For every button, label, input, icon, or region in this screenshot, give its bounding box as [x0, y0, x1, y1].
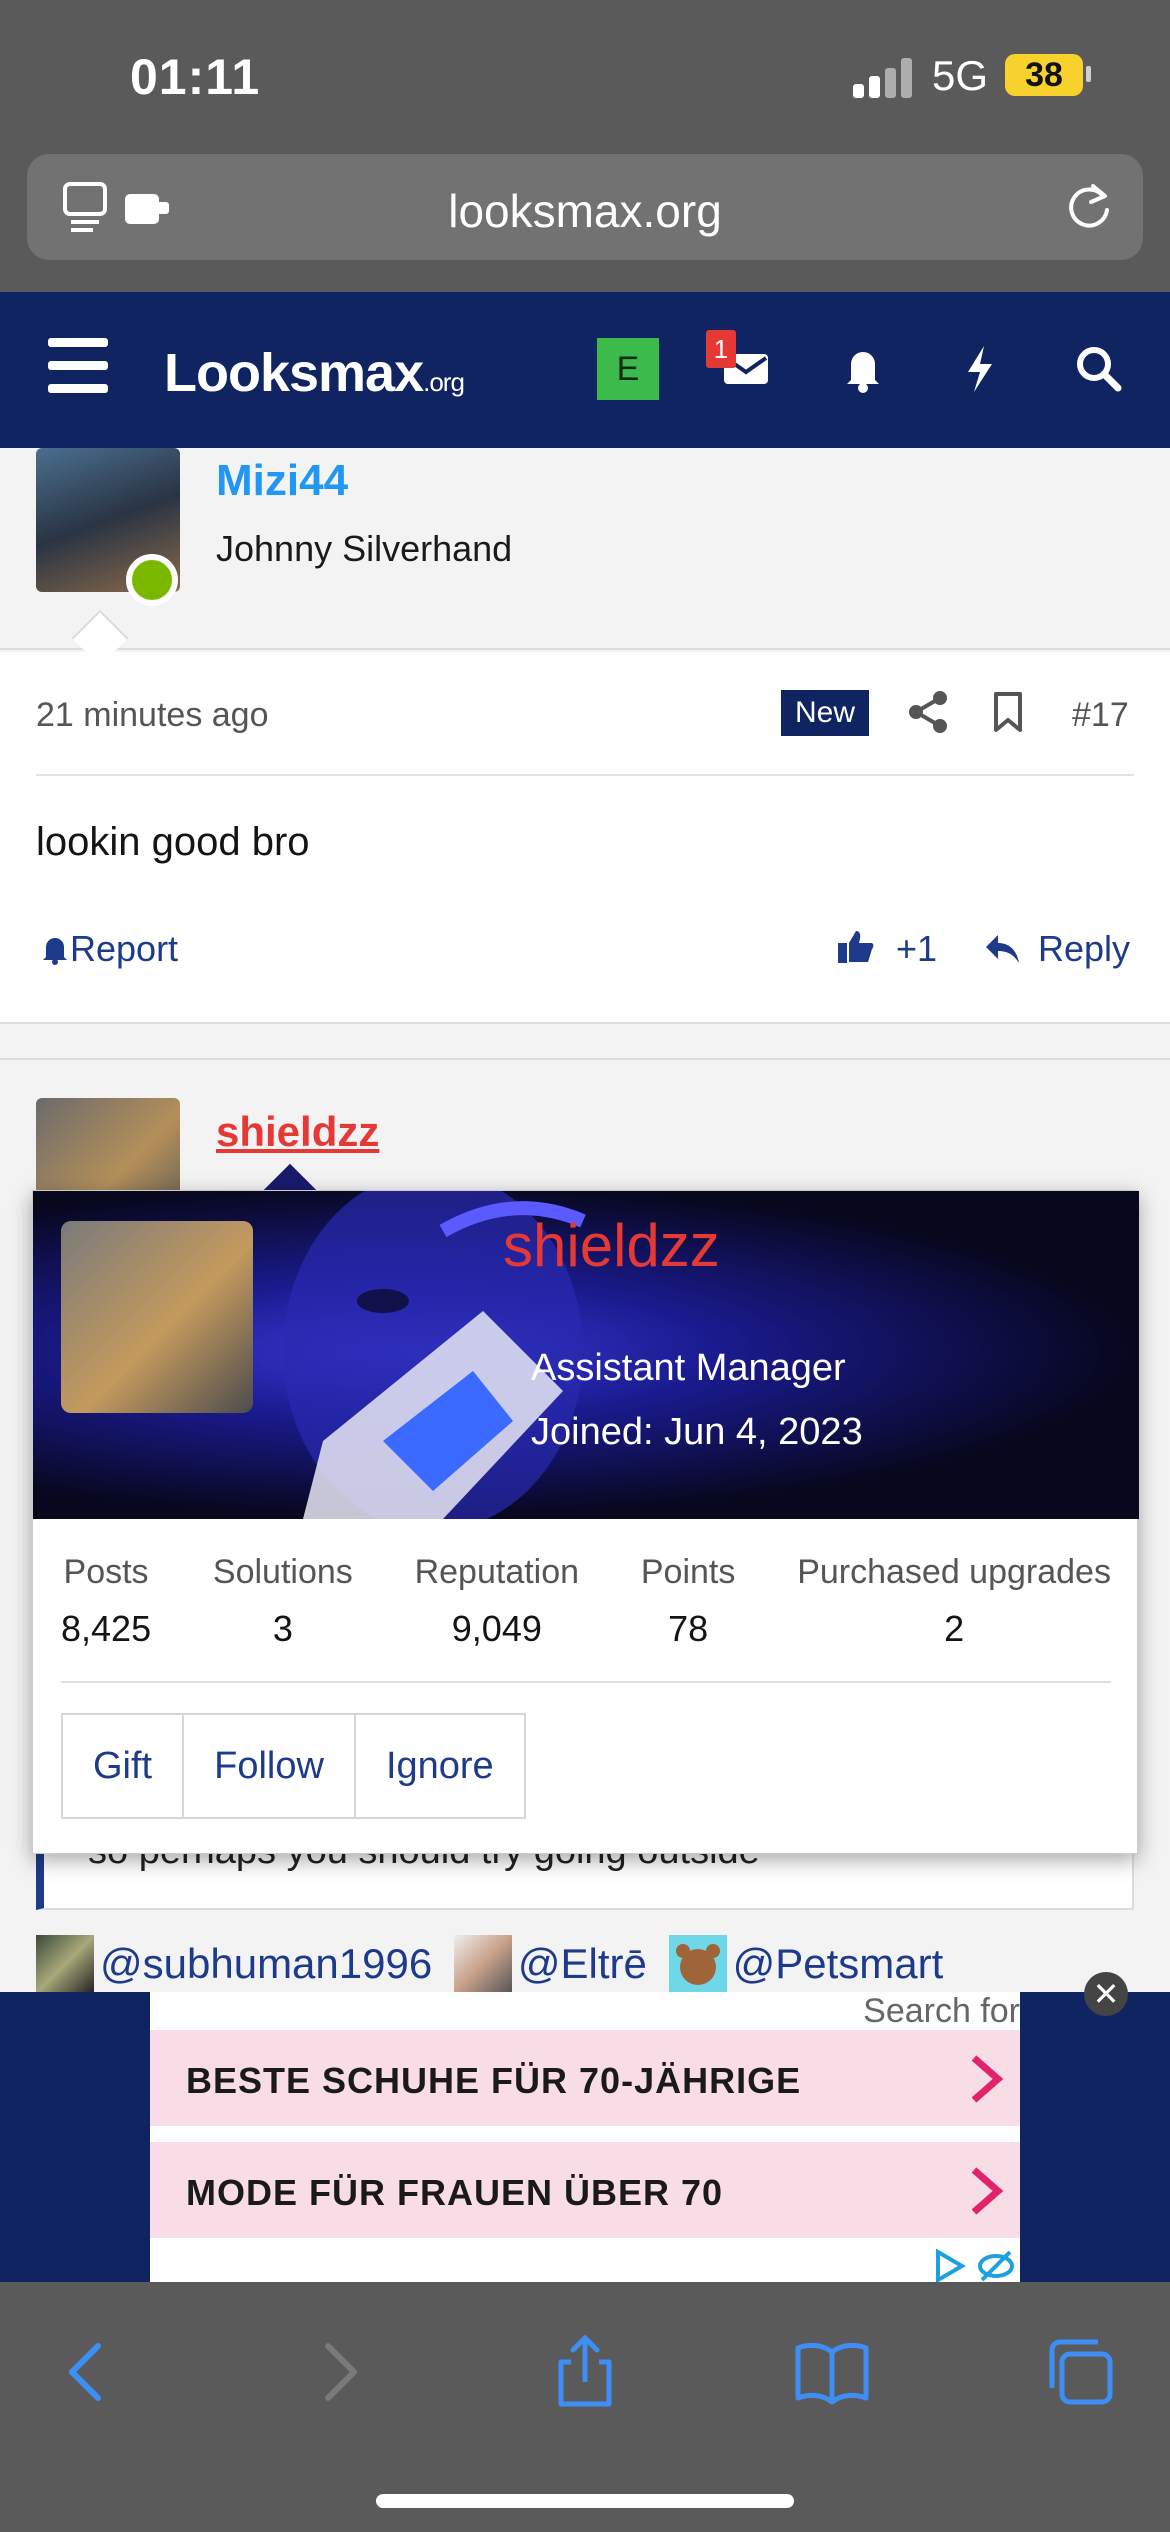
- like-button[interactable]: +1: [836, 928, 937, 970]
- message-count-badge: 1: [706, 330, 736, 368]
- avatar: [668, 1935, 727, 1993]
- bookmark-icon[interactable]: [990, 690, 1026, 734]
- home-indicator[interactable]: [376, 2494, 794, 2508]
- member-tooltip-card: shieldzz Assistant Manager Joined: Jun 4…: [32, 1190, 1139, 1854]
- divider: [61, 1681, 1111, 1683]
- reply-button[interactable]: Reply: [984, 928, 1130, 970]
- profile-banner: shieldzz Assistant Manager Joined: Jun 4…: [33, 1191, 1139, 1519]
- bell-icon[interactable]: [831, 336, 895, 400]
- member-actions: Gift Follow Ignore: [61, 1713, 526, 1819]
- post-author[interactable]: Mizi44: [216, 456, 348, 506]
- ad-content: Search for BESTE SCHUHE FÜR 70-JÄHRIGE M…: [150, 1992, 1020, 2282]
- thumbs-up-icon: [838, 931, 874, 963]
- member-stats: Posts 8,425 Solutions 3 Reputation 9,049 Po…: [61, 1553, 1111, 1650]
- post-timestamp[interactable]: 21 minutes ago: [36, 696, 269, 735]
- avatar: [453, 1935, 512, 1993]
- member-role: Assistant Manager: [531, 1347, 846, 1389]
- user-title: Johnny Silverhand: [216, 528, 513, 569]
- gift-button[interactable]: Gift: [61, 1713, 185, 1819]
- address-bar[interactable]: looksmax.org: [27, 154, 1143, 260]
- share-icon[interactable]: [545, 2332, 625, 2412]
- chevron-right-icon: [971, 2167, 1004, 2215]
- stat-purchased-upgrades[interactable]: Purchased upgrades 2: [797, 1553, 1111, 1650]
- hamburger-icon[interactable]: [48, 338, 108, 396]
- share-icon[interactable]: [906, 688, 950, 736]
- battery-tip: [1086, 66, 1091, 82]
- post-author[interactable]: shieldzz: [216, 1108, 379, 1156]
- battery-icon: 38: [1005, 54, 1083, 96]
- post-text: lookin good bro: [36, 820, 310, 864]
- mention-link[interactable]: @subhuman1996: [36, 1935, 432, 1993]
- mention-link[interactable]: @Eltrē: [453, 1935, 647, 1993]
- avatar: [36, 1935, 94, 1993]
- mention-link[interactable]: @Petsmart: [668, 1935, 943, 1993]
- site-header: Looksmax.org E 1: [0, 292, 1170, 448]
- status-time: 01:11: [130, 49, 261, 105]
- bookmarks-icon[interactable]: [792, 2332, 872, 2412]
- bolt-icon[interactable]: [948, 336, 1012, 400]
- ignore-button[interactable]: Ignore: [353, 1713, 526, 1819]
- ad-banner: Search for BESTE SCHUHE FÜR 70-JÄHRIGE M…: [0, 1992, 1170, 2282]
- online-indicator: [126, 554, 178, 606]
- follow-button[interactable]: Follow: [182, 1713, 356, 1819]
- stat-reputation[interactable]: Reputation 9,049: [415, 1553, 579, 1650]
- avatar[interactable]: [61, 1221, 253, 1413]
- network-label: 5G: [932, 52, 989, 99]
- ad-link[interactable]: MODE FÜR FRAUEN ÜBER 70: [150, 2142, 1020, 2238]
- status-bar: 01:11 5G 38: [0, 0, 1170, 150]
- e-badge[interactable]: E: [597, 338, 659, 400]
- divider: [36, 774, 1134, 776]
- ad-close-button[interactable]: ✕: [1084, 1972, 1128, 2016]
- stat-posts[interactable]: Posts 8,425: [61, 1553, 151, 1650]
- url-text: looksmax.org: [448, 185, 722, 237]
- site-logo[interactable]: Looksmax.org: [164, 342, 465, 404]
- back-icon[interactable]: [48, 2332, 128, 2412]
- search-icon[interactable]: [1066, 336, 1130, 400]
- bell-icon: [43, 938, 67, 965]
- stat-solutions[interactable]: Solutions 3: [213, 1553, 353, 1650]
- ad-search-label: Search for: [863, 1992, 1020, 2030]
- report-button[interactable]: Report: [40, 928, 178, 970]
- reply-icon: [986, 935, 1019, 963]
- member-name[interactable]: shieldzz: [503, 1211, 720, 1280]
- signal-icon: [853, 58, 913, 98]
- post-body: 21 minutes ago New #17 lookin good bro R…: [0, 652, 1170, 1024]
- reload-icon[interactable]: [1063, 180, 1115, 232]
- forward-icon[interactable]: [298, 2332, 378, 2412]
- stat-points[interactable]: Points 78: [641, 1553, 736, 1650]
- member-joined: Joined: Jun 4, 2023: [531, 1411, 863, 1453]
- new-badge: New: [781, 690, 869, 736]
- ad-link[interactable]: BESTE SCHUHE FÜR 70-JÄHRIGE: [150, 2030, 1020, 2126]
- post-number[interactable]: #17: [1072, 696, 1129, 735]
- chevron-right-icon: [971, 2055, 1004, 2103]
- adchoices-icon[interactable]: [932, 2246, 1018, 2286]
- browser-toolbar: [0, 2282, 1170, 2532]
- tab-overview-icon[interactable]: [1040, 2332, 1120, 2412]
- post-header: Mizi44 Johnny Silverhand: [0, 448, 1170, 667]
